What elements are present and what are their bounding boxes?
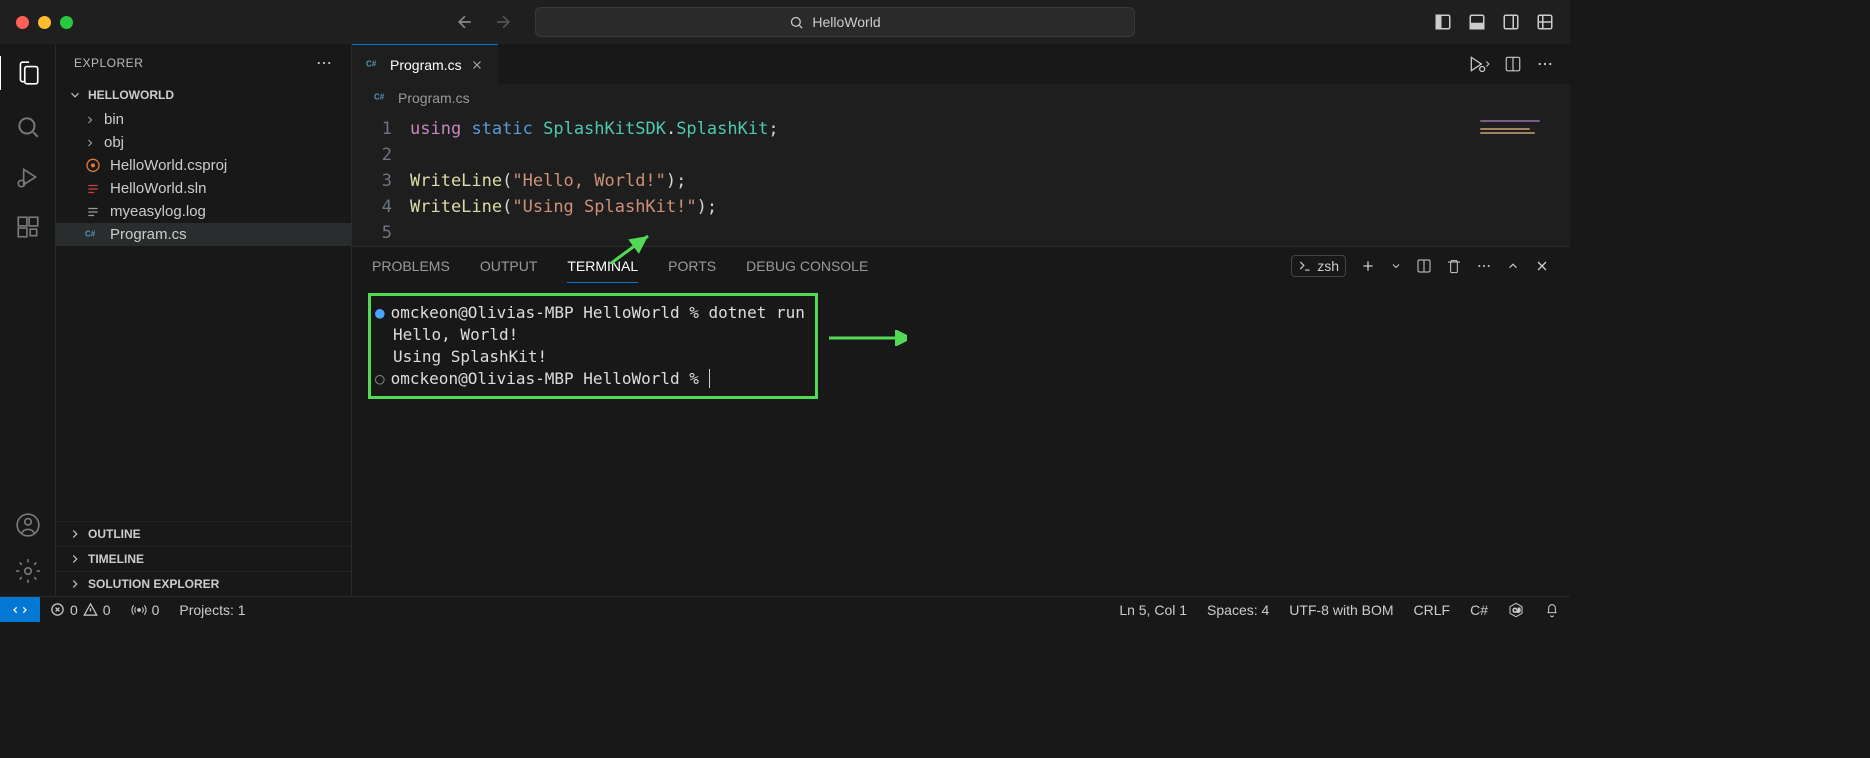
- chevron-right-icon: [84, 136, 96, 150]
- more-panel-icon[interactable]: [1476, 258, 1492, 274]
- editor-group: C# Program.cs C# Program.cs 1 2 3 4 5: [352, 44, 1570, 596]
- log-file-icon: [84, 205, 102, 219]
- kill-terminal-icon[interactable]: [1446, 258, 1462, 274]
- search-icon: [789, 15, 804, 30]
- tab-output[interactable]: OUTPUT: [480, 250, 538, 282]
- explorer-icon[interactable]: [0, 56, 54, 90]
- status-language[interactable]: C#: [1460, 602, 1498, 618]
- close-panel-icon[interactable]: [1534, 258, 1550, 274]
- section-solution-explorer[interactable]: SOLUTION EXPLORER: [56, 571, 351, 596]
- split-terminal-icon[interactable]: [1416, 258, 1432, 274]
- section-timeline[interactable]: TIMELINE: [56, 546, 351, 571]
- window-controls: [16, 16, 73, 29]
- run-debug-icon[interactable]: [15, 164, 41, 190]
- sidebar-title: EXPLORER: [74, 56, 143, 70]
- tree-file-sln[interactable]: HelloWorld.sln: [56, 177, 351, 200]
- annotation-highlight: ●omckeon@Olivias-MBP HelloWorld % dotnet…: [368, 293, 818, 399]
- split-editor-icon[interactable]: [1504, 55, 1522, 73]
- tree-folder-bin[interactable]: bin: [56, 108, 351, 131]
- chevron-right-icon: [68, 527, 82, 541]
- chevron-right-icon: [84, 113, 96, 127]
- code-lines[interactable]: using static SplashKitSDK.SplashKit; Wri…: [410, 116, 1570, 246]
- command-center[interactable]: HelloWorld: [535, 7, 1135, 37]
- tab-program[interactable]: C# Program.cs: [352, 44, 498, 84]
- svg-text:C#: C#: [1513, 608, 1521, 614]
- status-encoding[interactable]: UTF-8 with BOM: [1279, 602, 1403, 618]
- warning-icon: [83, 602, 98, 617]
- tab-ports[interactable]: PORTS: [668, 250, 716, 282]
- maximize-window[interactable]: [60, 16, 73, 29]
- prompt-indicator-icon: ○: [375, 369, 385, 388]
- line-gutter: 1 2 3 4 5: [352, 116, 410, 246]
- chevron-right-icon: [68, 577, 82, 591]
- tab-debug-console[interactable]: DEBUG CONSOLE: [746, 250, 868, 282]
- chevron-down-icon: [68, 88, 82, 102]
- svg-text:C#: C#: [374, 92, 385, 101]
- statusbar: 0 0 0 Projects: 1 Ln 5, Col 1 Spaces: 4 …: [0, 596, 1570, 622]
- settings-gear-icon[interactable]: [15, 558, 41, 584]
- layout-customize-icon[interactable]: [1536, 13, 1554, 31]
- new-terminal-icon[interactable]: [1360, 258, 1376, 274]
- accounts-icon[interactable]: [15, 512, 41, 538]
- prompt-indicator-icon: ●: [375, 303, 385, 322]
- xml-file-icon: [84, 158, 102, 174]
- run-debug-button[interactable]: [1466, 54, 1490, 74]
- section-outline[interactable]: OUTLINE: [56, 521, 351, 546]
- chevron-right-icon: [68, 552, 82, 566]
- minimize-window[interactable]: [38, 16, 51, 29]
- remote-button[interactable]: [0, 597, 40, 622]
- terminal-dropdown-icon[interactable]: [1390, 260, 1402, 272]
- more-icon[interactable]: [315, 54, 333, 72]
- error-icon: [50, 602, 65, 617]
- activity-bar: [0, 44, 56, 596]
- svg-text:C#: C#: [85, 229, 96, 238]
- folder-root[interactable]: HELLOWORLD: [56, 84, 351, 106]
- layout-panel-icon[interactable]: [1468, 13, 1486, 31]
- sidebar: EXPLORER HELLOWORLD bin obj HelloWorld.c…: [56, 44, 352, 596]
- editor-tabs: C# Program.cs: [352, 44, 1570, 84]
- close-tab-icon[interactable]: [470, 58, 484, 72]
- broadcast-icon: [131, 602, 147, 618]
- minimap[interactable]: [1480, 120, 1560, 150]
- annotation-arrow-icon: [610, 230, 660, 264]
- status-bell-icon[interactable]: [1534, 602, 1570, 618]
- status-projects[interactable]: Projects: 1: [169, 602, 255, 618]
- status-eol[interactable]: CRLF: [1404, 602, 1461, 618]
- more-actions-icon[interactable]: [1536, 55, 1554, 73]
- nav-back-icon[interactable]: [455, 12, 475, 32]
- layout-primary-icon[interactable]: [1434, 13, 1452, 31]
- close-window[interactable]: [16, 16, 29, 29]
- breadcrumb[interactable]: C# Program.cs: [352, 84, 1570, 112]
- layout-secondary-icon[interactable]: [1502, 13, 1520, 31]
- search-title: HelloWorld: [812, 14, 880, 30]
- terminal-profile-icon[interactable]: zsh: [1291, 255, 1346, 277]
- status-ports[interactable]: 0: [121, 602, 170, 618]
- nav-forward-icon: [493, 12, 513, 32]
- status-cursor[interactable]: Ln 5, Col 1: [1109, 602, 1197, 618]
- maximize-panel-icon[interactable]: [1506, 259, 1520, 273]
- code-editor[interactable]: 1 2 3 4 5 using static SplashKitSDK.Spla…: [352, 112, 1570, 246]
- status-csharp-icon[interactable]: C#: [1498, 602, 1534, 618]
- csharp-file-icon: C#: [366, 57, 382, 73]
- extensions-icon[interactable]: [15, 214, 41, 240]
- tree-file-program[interactable]: C#Program.cs: [56, 223, 351, 246]
- terminal[interactable]: ●omckeon@Olivias-MBP HelloWorld % dotnet…: [352, 285, 1570, 407]
- status-indent[interactable]: Spaces: 4: [1197, 602, 1279, 618]
- status-problems[interactable]: 0 0: [40, 602, 121, 618]
- sln-file-icon: [84, 182, 102, 196]
- tree-file-csproj[interactable]: HelloWorld.csproj: [56, 154, 351, 177]
- tree-folder-obj[interactable]: obj: [56, 131, 351, 154]
- svg-text:C#: C#: [366, 59, 377, 68]
- tab-problems[interactable]: PROBLEMS: [372, 250, 450, 282]
- csharp-file-icon: C#: [84, 227, 102, 243]
- panel: PROBLEMS OUTPUT TERMINAL PORTS DEBUG CON…: [352, 246, 1570, 596]
- csharp-file-icon: C#: [374, 90, 390, 106]
- tree-file-log[interactable]: myeasylog.log: [56, 200, 351, 223]
- search-activity-icon[interactable]: [15, 114, 41, 140]
- annotation-arrow-icon: [821, 330, 907, 346]
- panel-tabs: PROBLEMS OUTPUT TERMINAL PORTS DEBUG CON…: [352, 247, 1570, 285]
- titlebar: HelloWorld: [0, 0, 1570, 44]
